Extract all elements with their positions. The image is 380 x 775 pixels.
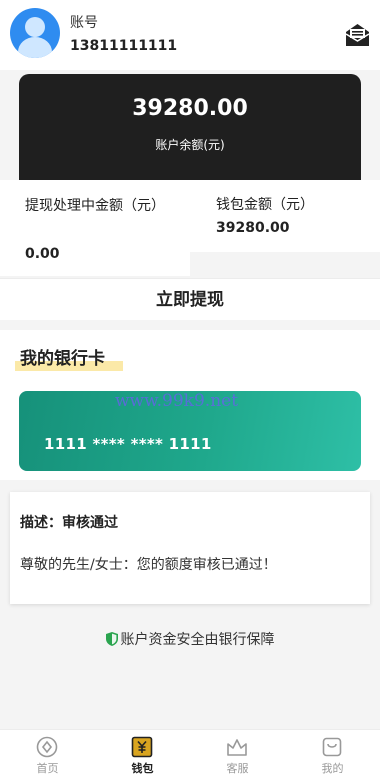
account-number: 13811111111 [70,38,178,54]
shield-icon [105,632,118,646]
pending-withdrawal-value: 0.00 [25,246,60,262]
notice-body: 尊敬的先生/女士：您的额度审核已通过！ [20,557,277,573]
tab-profile[interactable]: 我的 [285,730,380,775]
tab-profile-label: 我的 [321,762,344,775]
bank-cards-title: 我的银行卡 [20,349,105,369]
tab-home[interactable]: 首页 [0,730,95,775]
wallet-amount-value: 39280.00 [216,220,290,236]
card-number: 1111 **** **** 1111 [44,435,212,453]
security-note: 账户资金安全由银行保障 [0,629,380,649]
tab-wallet[interactable]: 钱包 [95,730,190,775]
security-text: 账户资金安全由银行保障 [120,632,275,648]
bottom-tab-bar: 首页 钱包 客服 我的 [0,729,380,775]
avatar[interactable] [10,8,60,58]
wallet-icon [131,736,153,758]
profile-icon [322,737,342,757]
withdraw-button[interactable]: 立即提现 [0,278,380,320]
account-label: 账号 [70,15,98,31]
wallet-amount-label: 钱包金额（元） [216,197,314,213]
balance-label: 账户余额(元) [155,138,225,152]
review-notice: 描述：审核通过 尊敬的先生/女士：您的额度审核已通过！ [10,492,370,604]
service-icon [227,739,247,756]
pending-withdrawal-label: 提现处理中金额（元） [25,198,165,214]
wallet-amount-stat: 钱包金额（元） 39280.00 [190,180,380,252]
tab-service-label: 客服 [226,762,249,775]
watermark: www.99k9.net [115,391,239,411]
tab-service[interactable]: 客服 [190,730,285,775]
avatar-body [18,37,52,58]
tab-home-label: 首页 [36,762,59,775]
avatar-head [25,17,45,37]
account-header: 账号 13811111111 [0,0,380,70]
home-icon [36,736,58,758]
notice-title: 描述：审核通过 [20,515,118,531]
wallet-stats: 提现处理中金额（元） 0.00 钱包金额（元） 39280.00 [0,180,380,280]
pending-withdrawal-stat: 提现处理中金额（元） 0.00 [0,180,190,276]
tab-wallet-label: 钱包 [131,762,154,775]
balance-card: 39280.00 账户余额(元) [19,74,361,186]
message-icon[interactable] [344,22,371,48]
balance-amount: 39280.00 [132,96,248,121]
